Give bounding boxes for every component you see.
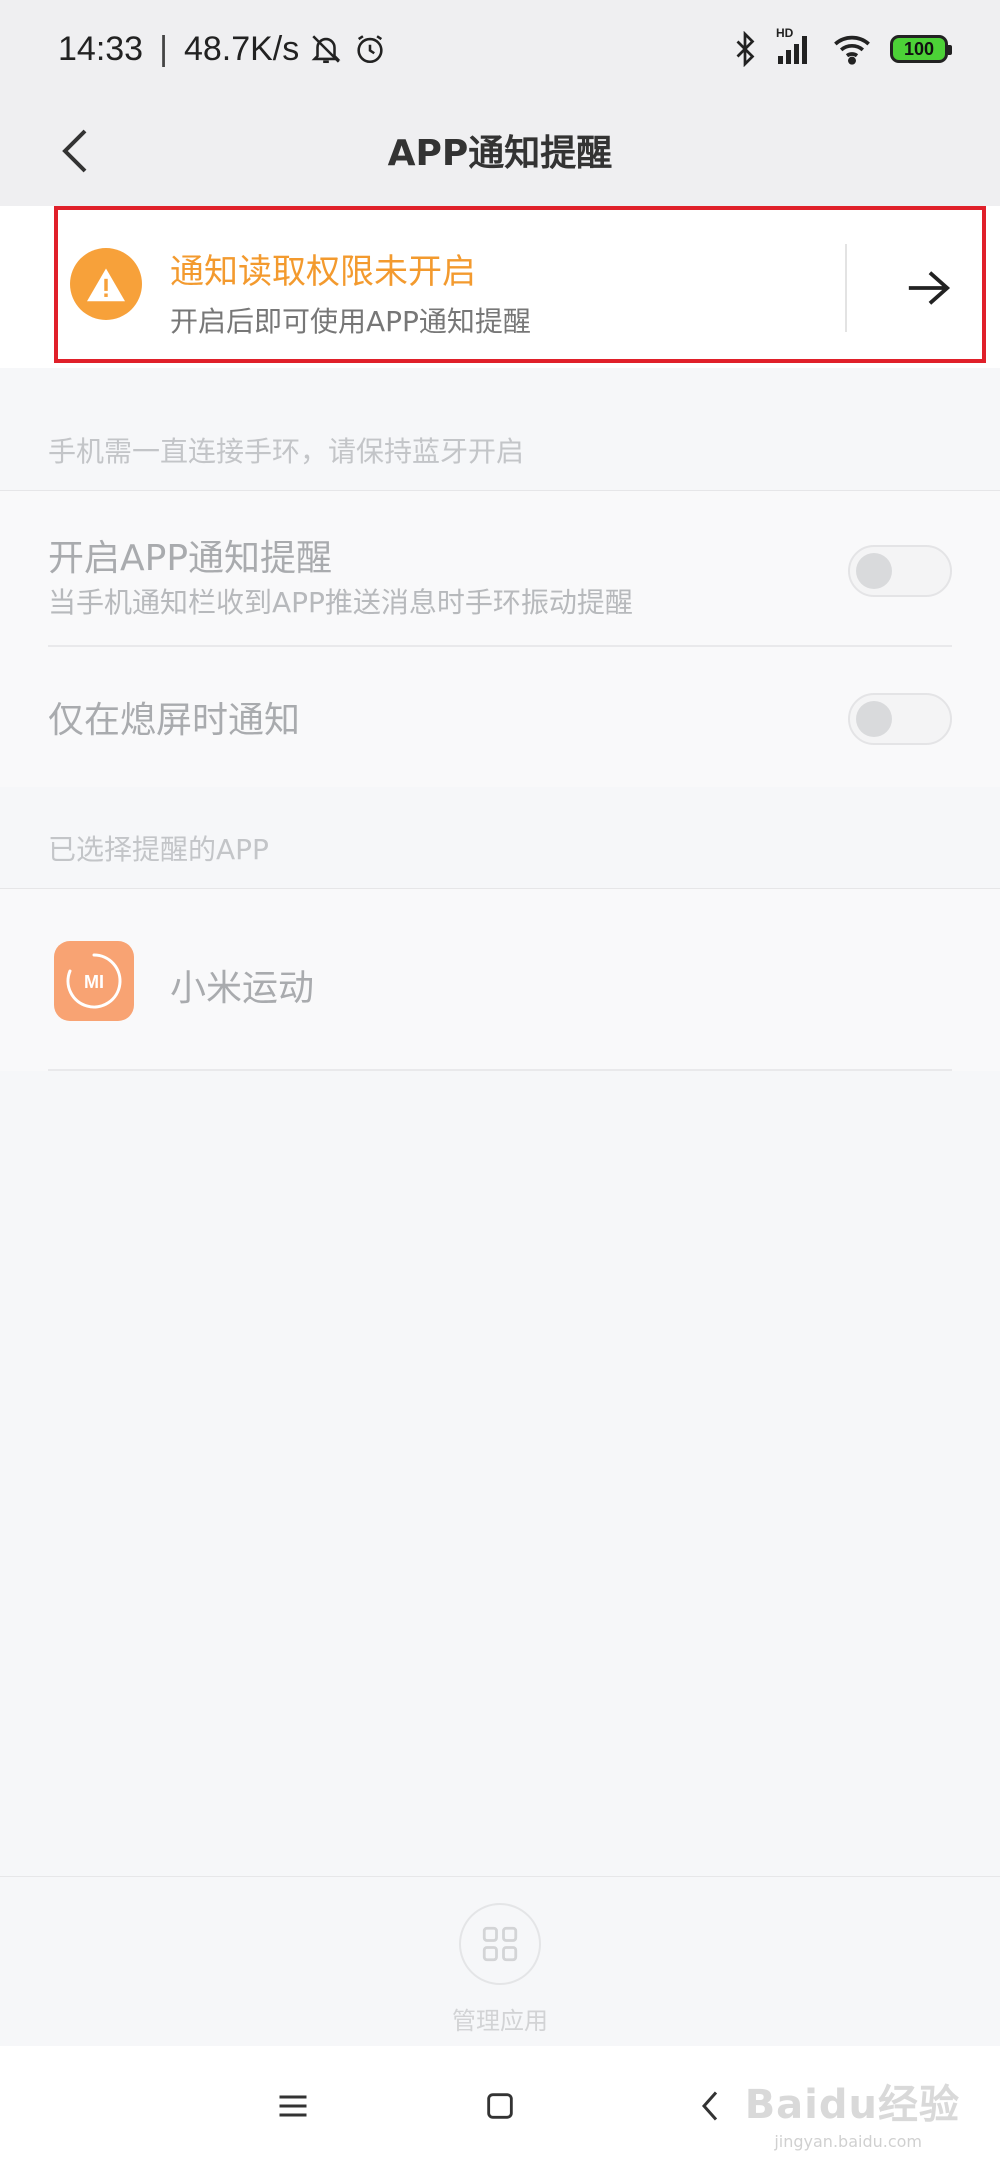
mi-fit-app-icon: MI — [54, 941, 134, 1021]
battery-level: 100 — [903, 38, 935, 59]
alert-subtitle: 开启后即可使用APP通知提醒 — [170, 305, 531, 338]
setting-title-screen-off: 仅在熄屏时通知 — [48, 700, 301, 741]
arrow-right-icon — [908, 271, 951, 305]
app-name: 小米运动 — [170, 968, 315, 1009]
manage-apps-label: 管理应用 — [452, 2007, 548, 2035]
menu-icon — [279, 2095, 307, 2117]
status-right: HD 100 — [732, 26, 952, 72]
status-bar: 14:33 | 48.7K/s HD 100 — [0, 0, 1000, 96]
manage-apps-button[interactable] — [459, 1903, 541, 1985]
selected-apps-card: MI 小米运动 — [0, 888, 1000, 1071]
baidu-watermark: Baidu经验 — [744, 2082, 960, 2128]
bluetooth-icon — [732, 31, 758, 67]
square-home-icon — [487, 2093, 513, 2119]
grid-icon — [482, 1926, 518, 1962]
status-speed: 48.7K/s — [183, 29, 300, 68]
row-divider — [48, 645, 952, 647]
signal-hd-label: HD — [776, 26, 794, 40]
nav-back-button[interactable] — [680, 2076, 740, 2136]
setting-subtitle-app-notify: 当手机通知栏收到APP推送消息时手环振动提醒 — [48, 586, 633, 619]
bluetooth-hint: 手机需一直连接手环，请保持蓝牙开启 — [48, 435, 525, 468]
status-time: 14:33 — [58, 29, 144, 68]
bottom-bar: 管理应用 — [0, 1876, 1000, 2047]
toggle-knob — [856, 553, 892, 589]
warning-icon — [70, 248, 142, 320]
selected-apps-label: 已选择提醒的APP — [48, 833, 269, 866]
app-notify-toggle[interactable] — [848, 545, 952, 597]
page-header: APP通知提醒 — [0, 96, 1000, 206]
settings-card: 开启APP通知提醒 当手机通知栏收到APP推送消息时手环振动提醒 仅在熄屏时通知 — [0, 490, 1000, 787]
bell-mute-icon — [309, 32, 343, 66]
setting-title-app-notify: 开启APP通知提醒 — [48, 538, 333, 579]
app-icon-text: MI — [84, 972, 104, 992]
row-divider — [48, 1069, 952, 1071]
battery-icon: 100 — [890, 35, 952, 63]
page-title: APP通知提醒 — [387, 133, 613, 174]
alert-divider — [845, 244, 847, 332]
cell-signal-icon: HD — [776, 26, 814, 66]
home-button[interactable] — [470, 2076, 530, 2136]
go-button[interactable] — [900, 260, 956, 316]
status-separator: | — [159, 29, 168, 68]
status-left: 14:33 | 48.7K/s — [58, 26, 387, 72]
menu-button[interactable] — [263, 2076, 323, 2136]
permission-alert-row[interactable]: 通知读取权限未开启 开启后即可使用APP通知提醒 — [0, 206, 1000, 368]
alarm-icon — [353, 32, 387, 66]
screen-off-toggle[interactable] — [848, 693, 952, 745]
toggle-knob — [856, 701, 892, 737]
chevron-left-icon — [701, 2091, 718, 2121]
alert-title: 通知读取权限未开启 — [170, 252, 476, 292]
wifi-icon — [832, 32, 872, 66]
baidu-watermark-url: jingyan.baidu.com — [774, 2132, 922, 2151]
system-nav-bar: Baidu经验 jingyan.baidu.com — [0, 2046, 1000, 2167]
